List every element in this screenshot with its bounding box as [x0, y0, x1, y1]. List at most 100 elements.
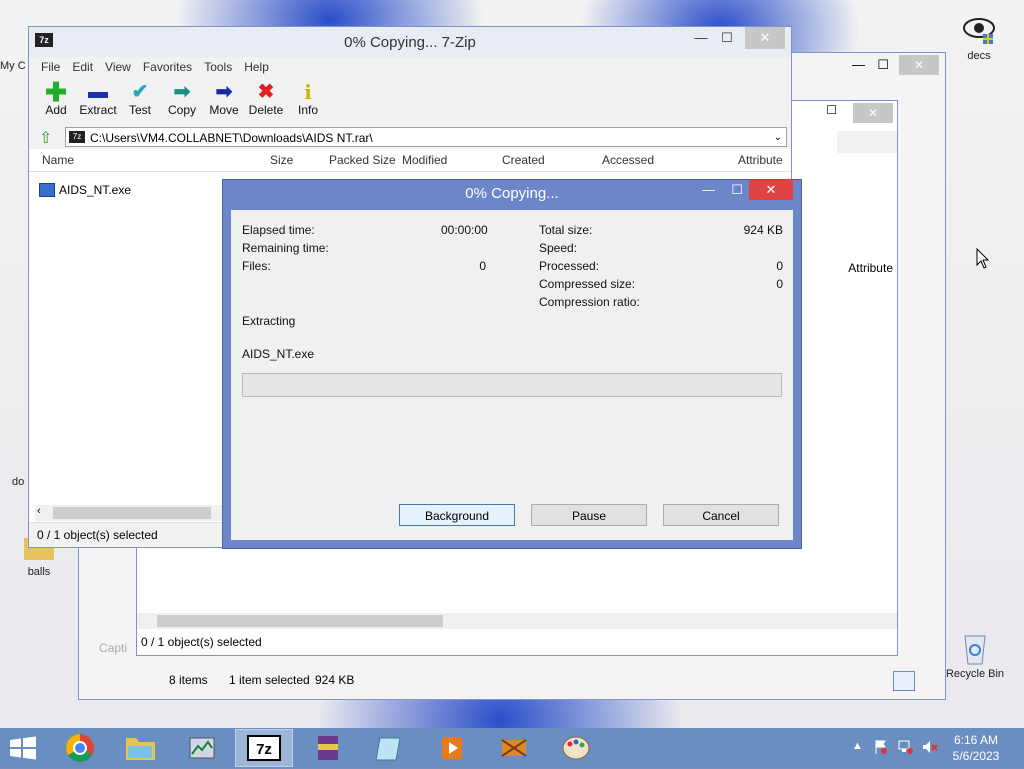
- close-button[interactable]: ✕: [745, 27, 785, 49]
- explorer-help-area: [837, 131, 897, 153]
- up-folder-icon[interactable]: ⇧: [39, 128, 52, 148]
- extract-icon: ▬: [88, 81, 108, 103]
- video-editor-icon: [501, 739, 527, 757]
- scroll-left-arrow[interactable]: ‹: [37, 505, 41, 517]
- my-computer-partial-label: My C: [0, 60, 26, 72]
- column-headers: Name Size Packed Size Modified Created A…: [29, 149, 791, 172]
- taskbar-video-editor[interactable]: [486, 730, 542, 766]
- address-row: ⇧ 7z C:\Users\VM4.COLLABNET\Downloads\AI…: [29, 125, 791, 149]
- chrome-icon: [66, 734, 94, 762]
- clock-time: 6:16 AM: [953, 733, 999, 747]
- delete-icon: ✖: [257, 81, 275, 103]
- extract-button[interactable]: ▬ Extract: [77, 77, 119, 125]
- minimize-button[interactable]: —: [702, 182, 715, 197]
- action-center-flag-icon[interactable]: [874, 739, 888, 754]
- taskbar-chrome[interactable]: [52, 730, 108, 766]
- paint-icon: [562, 736, 590, 760]
- item-size-status: 924 KB: [315, 673, 355, 687]
- mouse-cursor-icon: [976, 248, 990, 269]
- menu-edit[interactable]: Edit: [66, 57, 99, 77]
- show-hidden-icons-button[interactable]: ▲: [852, 740, 863, 752]
- menu-tools[interactable]: Tools: [198, 57, 238, 77]
- column-header-size[interactable]: Size: [270, 153, 293, 167]
- total-size-label: Total size:: [539, 223, 593, 237]
- add-button[interactable]: ✚ Add: [35, 77, 77, 125]
- speed-label: Speed:: [539, 241, 578, 255]
- move-button[interactable]: ➡ Move: [203, 77, 245, 125]
- taskbar-paint[interactable]: [548, 730, 604, 766]
- close-button[interactable]: ✕: [853, 103, 893, 123]
- test-button[interactable]: ✔ Test: [119, 77, 161, 125]
- current-file-name: AIDS_NT.exe: [242, 347, 315, 361]
- column-header-attribute[interactable]: Attribute: [848, 261, 893, 275]
- minimize-button[interactable]: —: [852, 57, 865, 72]
- taskbar: 7z ▲ 6:16 AM 5/6/2023: [0, 728, 1024, 768]
- chevron-down-icon[interactable]: ⌄: [774, 128, 782, 148]
- file-row[interactable]: AIDS_NT.exe: [39, 181, 131, 199]
- 7zip-icon: 7z: [247, 735, 281, 761]
- background-button[interactable]: Background: [399, 504, 515, 526]
- files-value: 0: [479, 259, 486, 273]
- copy-progress-dialog[interactable]: 0% Copying... — ☐ ✕ Elapsed time: 00:00:…: [222, 179, 802, 549]
- maximize-button[interactable]: ☐: [731, 182, 743, 198]
- maximize-button[interactable]: ☐: [826, 103, 837, 117]
- processed-value: 0: [776, 259, 783, 273]
- details-view-button[interactable]: [893, 671, 915, 691]
- column-header-modified[interactable]: Modified: [402, 153, 447, 167]
- files-label: Files:: [242, 259, 271, 273]
- pause-button[interactable]: Pause: [531, 504, 647, 526]
- info-button[interactable]: i Info: [287, 77, 329, 125]
- taskbar-7zip[interactable]: 7z: [235, 729, 293, 767]
- column-header-attribute[interactable]: Attribute: [738, 153, 783, 167]
- media-player-icon: [442, 737, 462, 759]
- column-header-created[interactable]: Created: [502, 153, 545, 167]
- clock[interactable]: 6:16 AM 5/6/2023: [948, 732, 1004, 764]
- maximize-button[interactable]: ☐: [707, 27, 747, 49]
- copy-button[interactable]: ➡ Copy: [161, 77, 203, 125]
- address-bar[interactable]: 7z C:\Users\VM4.COLLABNET\Downloads\AIDS…: [65, 127, 787, 147]
- delete-button[interactable]: ✖ Delete: [245, 77, 287, 125]
- start-button[interactable]: [8, 736, 38, 760]
- taskbar-media-player[interactable]: [424, 730, 480, 766]
- taskbar-file-explorer[interactable]: [112, 730, 168, 766]
- move-icon: ➡: [215, 81, 233, 103]
- volume-muted-icon[interactable]: [922, 739, 938, 753]
- column-header-packed-size[interactable]: Packed Size: [329, 153, 396, 167]
- taskbar-task-manager[interactable]: [174, 730, 230, 766]
- compression-ratio-label: Compression ratio:: [539, 295, 640, 309]
- scrollbar-thumb[interactable]: [157, 615, 443, 627]
- compressed-size-label: Compressed size:: [539, 277, 636, 291]
- test-icon: ✔: [131, 81, 149, 103]
- window-title: 0% Copying... 7-Zip: [344, 34, 476, 51]
- 7z-archive-icon: 7z: [69, 131, 85, 143]
- clock-date: 5/6/2023: [952, 749, 1000, 763]
- menu-view[interactable]: View: [99, 57, 137, 77]
- close-button[interactable]: ✕: [899, 55, 939, 75]
- column-header-accessed[interactable]: Accessed: [602, 153, 654, 167]
- progress-bar: [242, 373, 782, 397]
- taskbar-winrar[interactable]: [300, 730, 356, 766]
- network-icon[interactable]: [898, 739, 914, 754]
- menu-help[interactable]: Help: [238, 57, 275, 77]
- maximize-button[interactable]: ☐: [877, 57, 889, 73]
- elapsed-time-label: Elapsed time:: [242, 223, 315, 237]
- caption-partial: Capti: [99, 641, 128, 655]
- recycle-bin-desktop-icon[interactable]: Recycle Bin: [940, 630, 1010, 680]
- scrollbar-thumb[interactable]: [53, 507, 211, 519]
- task-manager-icon: [189, 737, 215, 759]
- column-header-name[interactable]: Name: [42, 153, 74, 167]
- tiles-view-button[interactable]: [919, 673, 937, 691]
- close-button[interactable]: ✕: [749, 180, 793, 200]
- taskbar-notepad[interactable]: [362, 730, 418, 766]
- menu-favorites[interactable]: Favorites: [137, 57, 198, 77]
- menu-bar: File Edit View Favorites Tools Help: [29, 57, 791, 77]
- horizontal-scrollbar[interactable]: [137, 613, 897, 629]
- compressed-size-value: 0: [776, 277, 783, 291]
- menu-file[interactable]: File: [35, 57, 66, 77]
- toolbar: ✚ Add ▬ Extract ✔ Test ➡ Copy ➡ Move ✖ D…: [29, 77, 791, 125]
- decs-desktop-icon[interactable]: decs: [944, 12, 1014, 62]
- 7zip-titlebar[interactable]: 7z 0% Copying... 7-Zip — ☐ ✕: [29, 27, 791, 57]
- decs-icon: [963, 18, 995, 44]
- processed-label: Processed:: [539, 259, 600, 273]
- cancel-button[interactable]: Cancel: [663, 504, 779, 526]
